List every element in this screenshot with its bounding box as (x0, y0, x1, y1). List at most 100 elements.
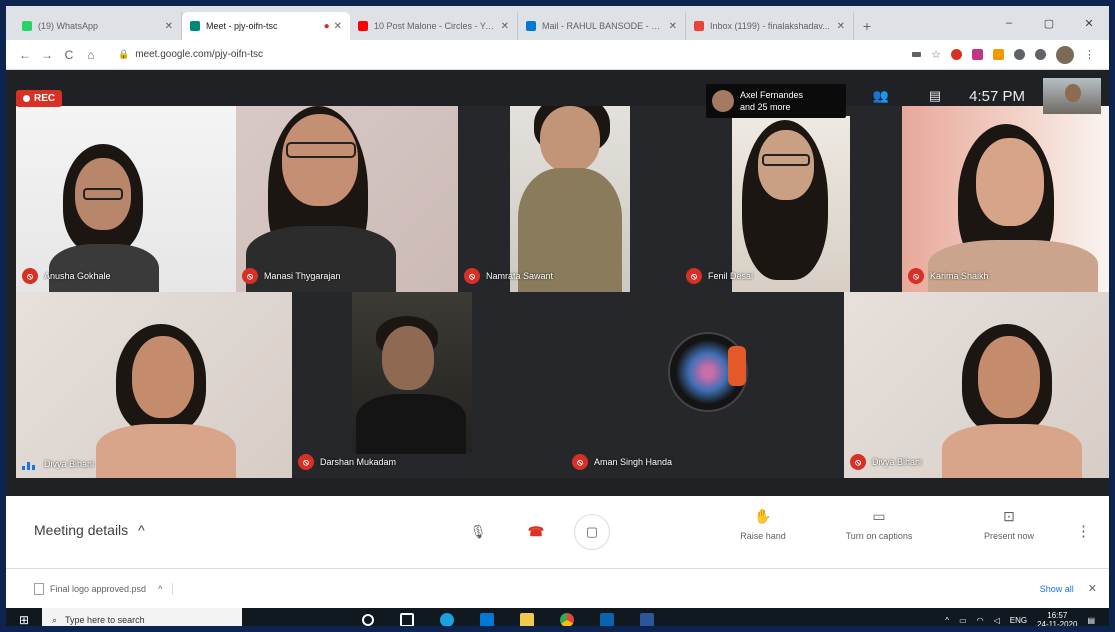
youtube-icon (358, 21, 368, 31)
participant-tile[interactable]: ⦸ Anusha Gokhale (16, 106, 236, 292)
participant-tile[interactable]: ⦸ Divya Bihani (844, 292, 1109, 478)
tab-label: (19) WhatsApp (38, 21, 99, 31)
mic-icon: 🎙 (469, 524, 487, 539)
participant-tile[interactable]: ⦸ Namrata Sawant (458, 106, 680, 292)
present-button[interactable]: ⊡ Present now (964, 508, 1054, 541)
download-item[interactable]: Final logo approved.psd ^ (34, 582, 174, 595)
participant-name: Anusha Gokhale (44, 271, 111, 281)
leave-call-button[interactable]: ☎ (518, 514, 554, 550)
participant-tile[interactable]: ⦸ Aman Singh Handa (492, 292, 844, 478)
chevron-up-icon: ^ (138, 522, 145, 538)
instagram-extension-icon[interactable] (972, 49, 983, 60)
new-tab-button[interactable]: + (854, 12, 880, 40)
presenter-name: Axel Fernandes (740, 90, 804, 100)
taskbar-search[interactable]: ⌕ Type here to search (42, 608, 242, 626)
present-icon: ⊡ (1003, 508, 1015, 524)
recording-badge: REC (16, 90, 63, 107)
close-icon[interactable]: ✕ (501, 21, 509, 32)
gmail-icon (694, 21, 704, 31)
mic-off-icon: ⦸ (242, 268, 258, 284)
record-icon (23, 95, 30, 102)
more-options-button[interactable]: ⋮ (1076, 522, 1091, 540)
extensions-area: ☆ ⋮ (912, 45, 1095, 64)
mail-icon[interactable] (600, 613, 614, 626)
folder-icon[interactable] (520, 613, 534, 626)
extension-icon[interactable] (993, 49, 1004, 60)
edge-icon[interactable] (440, 613, 454, 626)
camera-button[interactable]: ▢ (574, 514, 610, 550)
url-field[interactable]: 🔒 meet.google.com/pjy-oifn-tsc (110, 44, 912, 66)
volume-icon[interactable]: ◁ (994, 616, 1000, 625)
self-view-video[interactable] (1043, 78, 1101, 114)
wifi-icon[interactable]: ◠ (977, 616, 984, 625)
participant-tile[interactable]: ⦸ Manasi Thygarajan (236, 106, 458, 292)
chevron-up-icon[interactable]: ^ (158, 584, 162, 594)
search-placeholder: Type here to search (65, 615, 145, 625)
raise-hand-label: Raise hand (740, 531, 786, 541)
close-icon[interactable]: ✕ (669, 21, 677, 32)
participant-name: Fenil Desai (708, 271, 754, 281)
close-downloads-button[interactable]: ✕ (1088, 582, 1097, 595)
menu-icon[interactable]: ⋮ (1084, 48, 1095, 61)
back-button[interactable]: ← (14, 48, 36, 62)
browser-tab[interactable]: Inbox (1199) - finalakshadav... ✕ (686, 12, 854, 40)
microphone-button[interactable]: 🎙 (460, 514, 496, 550)
language-indicator[interactable]: ENG (1010, 616, 1027, 625)
participant-tile[interactable]: ⦸ Fenil Desai (680, 106, 902, 292)
browser-tab[interactable]: Mail - RAHUL BANSODE - Out... ✕ (518, 12, 686, 40)
avatar (712, 90, 734, 112)
chat-icon[interactable]: ▤ (929, 88, 941, 104)
media-icon[interactable] (1035, 49, 1046, 60)
key-icon[interactable] (912, 52, 922, 57)
close-window-button[interactable]: ✕ (1069, 17, 1109, 30)
rec-label: REC (34, 93, 56, 104)
mic-off-icon: ⦸ (22, 268, 38, 284)
mic-off-icon: ⦸ (298, 454, 314, 470)
reload-button[interactable]: C (58, 48, 80, 62)
star-icon[interactable]: ☆ (931, 48, 941, 61)
tab-label: 10 Post Malone - Circles - You... (374, 21, 497, 31)
chrome-icon[interactable] (560, 613, 574, 626)
recording-dot-icon: ● (323, 20, 330, 32)
puzzle-icon[interactable] (1014, 49, 1025, 60)
address-bar: ← → C ⌂ 🔒 meet.google.com/pjy-oifn-tsc ☆… (6, 40, 1109, 70)
meeting-details-label: Meeting details (34, 522, 129, 538)
captions-button[interactable]: ▭ Turn on captions (834, 508, 924, 541)
home-button[interactable]: ⌂ (80, 48, 102, 62)
windows-start-icon[interactable]: ⊞ (6, 613, 42, 626)
participant-name: Namrata Sawant (486, 271, 554, 281)
presenter-chip[interactable]: Axel Fernandes and 25 more (706, 84, 846, 118)
close-icon[interactable]: ✕ (837, 21, 845, 32)
captions-icon: ▭ (872, 508, 886, 524)
tab-label: Inbox (1199) - finalakshadav... (710, 21, 830, 31)
show-all-button[interactable]: Show all (1040, 584, 1074, 594)
meeting-details-button[interactable]: Meeting details ^ (34, 522, 145, 538)
task-view-icon[interactable] (400, 613, 414, 626)
participant-tile[interactable]: ⦸ Karima Shaikh (902, 106, 1109, 292)
battery-icon[interactable]: ▭ (959, 616, 967, 625)
chevron-up-icon[interactable]: ^ (945, 616, 949, 625)
tray-time: 16:57 (1047, 611, 1068, 620)
avatar[interactable] (1056, 45, 1074, 64)
tray-clock[interactable]: 16:57 24-11-2020 (1037, 611, 1077, 626)
browser-tab[interactable]: (19) WhatsApp ✕ (14, 12, 182, 40)
maximize-button[interactable]: ▢ (1029, 17, 1069, 30)
notifications-icon[interactable]: ▤ (1087, 616, 1095, 625)
word-icon[interactable] (640, 613, 654, 626)
browser-tab[interactable]: 10 Post Malone - Circles - You... ✕ (350, 12, 518, 40)
people-icon[interactable]: 👥 (873, 88, 889, 104)
minimize-button[interactable]: – (989, 17, 1029, 29)
close-icon[interactable]: ✕ (165, 21, 173, 32)
opera-extension-icon[interactable] (951, 49, 962, 60)
tab-label: Meet - pjy-oifn-tsc (206, 21, 278, 31)
participant-tile[interactable]: Divya Bihani (16, 292, 292, 478)
store-icon[interactable] (480, 613, 494, 626)
forward-button[interactable]: → (36, 48, 58, 62)
cortana-icon[interactable] (362, 614, 374, 626)
browser-tab-strip: (19) WhatsApp ✕ Meet - pjy-oifn-tsc ● ✕ … (6, 6, 1109, 40)
browser-tab-active[interactable]: Meet - pjy-oifn-tsc ● ✕ (182, 12, 350, 40)
whatsapp-icon (22, 21, 32, 31)
participant-tile[interactable]: ⦸ Darshan Mukadam (292, 292, 492, 478)
raise-hand-button[interactable]: ✋ Raise hand (718, 508, 808, 541)
close-icon[interactable]: ✕ (334, 21, 342, 32)
